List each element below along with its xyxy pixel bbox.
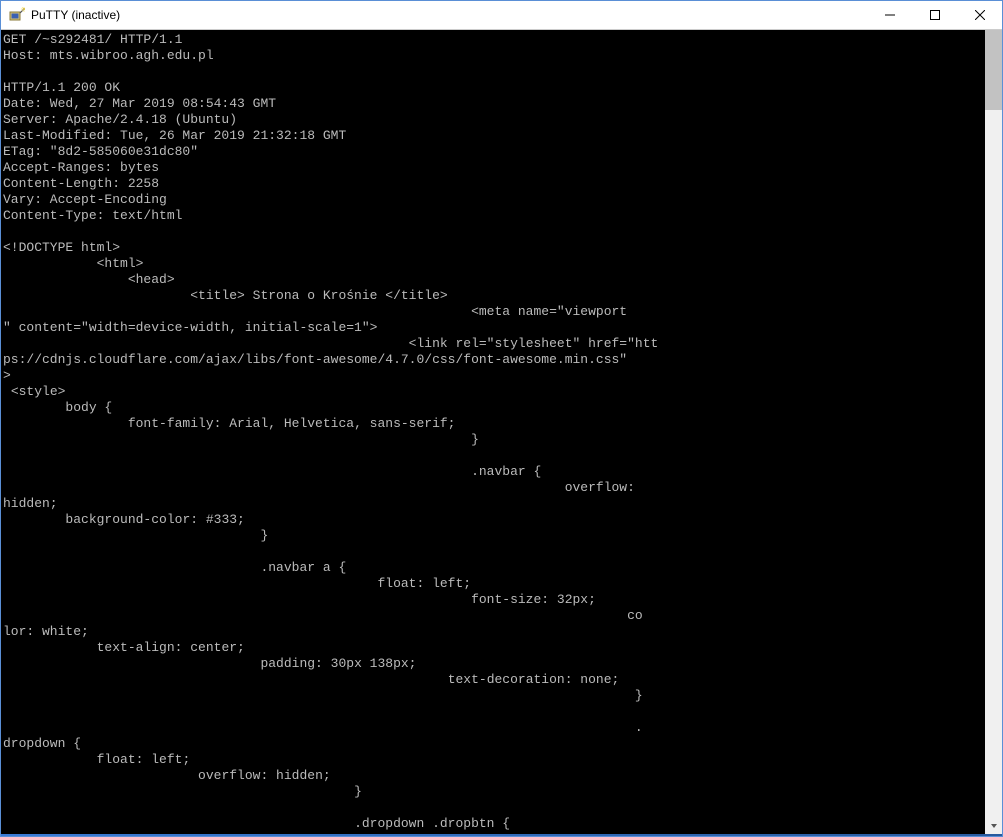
window-controls xyxy=(867,1,1002,29)
terminal-output[interactable]: GET /~s292481/ HTTP/1.1 Host: mts.wibroo… xyxy=(1,30,985,834)
scrollbar-down-arrow[interactable] xyxy=(985,817,1002,834)
terminal-area: GET /~s292481/ HTTP/1.1 Host: mts.wibroo… xyxy=(1,30,1002,834)
close-button[interactable] xyxy=(957,1,1002,29)
scrollbar[interactable] xyxy=(985,30,1002,834)
scrollbar-thumb[interactable] xyxy=(985,30,1002,110)
titlebar: PuTTY (inactive) xyxy=(1,1,1002,30)
maximize-button[interactable] xyxy=(912,1,957,29)
minimize-button[interactable] xyxy=(867,1,912,29)
putty-icon xyxy=(9,7,25,23)
window-title: PuTTY (inactive) xyxy=(31,8,867,22)
putty-window: PuTTY (inactive) GET /~s292481/ HTTP/1.1… xyxy=(0,0,1003,837)
taskbar-edge xyxy=(1,834,1002,836)
